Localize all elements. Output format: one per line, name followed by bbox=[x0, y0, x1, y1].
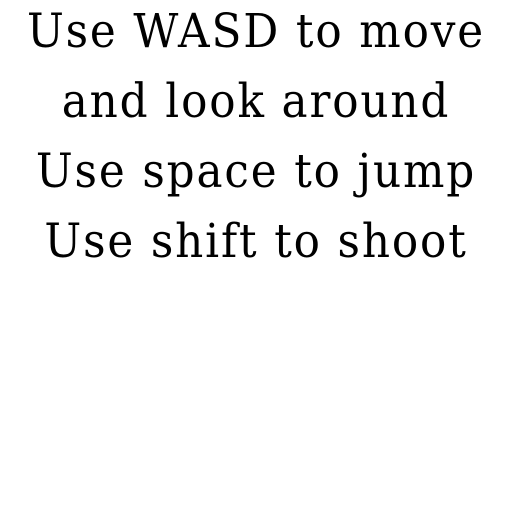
instruction-line-move: Use WASD to move bbox=[26, 4, 486, 59]
instruction-line-jump: Use space to jump bbox=[35, 144, 477, 199]
instruction-line-look: and look around bbox=[61, 74, 451, 129]
instruction-line-shoot: Use shift to shoot bbox=[44, 214, 468, 269]
controls-instructions: Use WASD to move and look around Use spa… bbox=[0, 0, 512, 277]
instructions-screen: Use WASD to move and look around Use spa… bbox=[0, 0, 512, 512]
